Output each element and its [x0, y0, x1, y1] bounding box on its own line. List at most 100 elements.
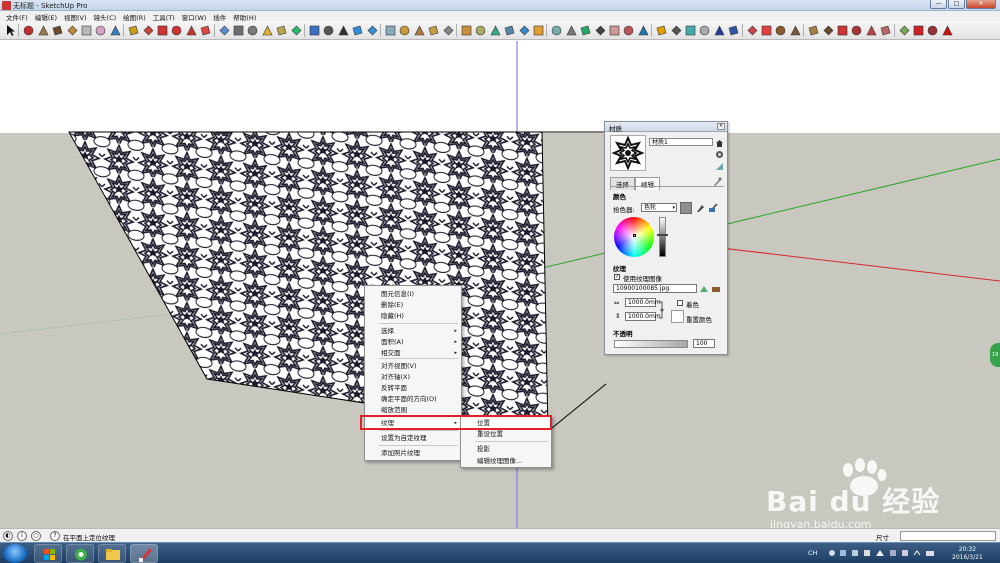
texture-submenu-item[interactable]: 投影	[461, 444, 551, 455]
arc-icon[interactable]	[66, 24, 79, 37]
menu-plugins[interactable]: 插件	[210, 11, 230, 22]
extension-icon[interactable]	[713, 24, 726, 37]
trim-icon[interactable]	[850, 24, 863, 37]
sample-paint-icon[interactable]	[715, 162, 724, 171]
share-model-icon[interactable]	[912, 24, 925, 37]
group-icon[interactable]	[760, 24, 773, 37]
back-view-icon[interactable]	[518, 24, 531, 37]
polygon-icon[interactable]	[80, 24, 93, 37]
fog-icon[interactable]	[655, 24, 668, 37]
walk-icon[interactable]	[413, 24, 426, 37]
depth-cue-icon[interactable]	[698, 24, 711, 37]
left-view-icon[interactable]	[532, 24, 545, 37]
monochrome-icon[interactable]	[622, 24, 635, 37]
zoom-extents-icon[interactable]	[366, 24, 379, 37]
edit-texture-icon[interactable]	[711, 284, 720, 293]
layer-icon[interactable]	[789, 24, 802, 37]
house-icon[interactable]	[715, 139, 724, 148]
warehouse-icon[interactable]	[898, 24, 911, 37]
create-material-icon[interactable]	[715, 150, 724, 159]
axes-icon[interactable]	[275, 24, 288, 37]
previous-view-icon[interactable]	[384, 24, 397, 37]
context-menu-item[interactable]: 图元信息(I)	[365, 289, 461, 300]
menu-window[interactable]: 窗口(W)	[179, 11, 211, 22]
zoom-window-icon[interactable]	[351, 24, 364, 37]
menu-tools[interactable]: 工具(T)	[150, 11, 179, 22]
extension-warehouse-icon[interactable]	[926, 24, 939, 37]
iso-view-icon[interactable]	[460, 24, 473, 37]
geo-location-icon[interactable]: ◐	[3, 531, 13, 541]
help-icon[interactable]: ?	[50, 531, 60, 541]
follow-me-icon[interactable]	[170, 24, 183, 37]
match-model-color-icon[interactable]	[695, 203, 704, 212]
intersect-icon[interactable]	[865, 24, 878, 37]
xray-icon[interactable]	[550, 24, 563, 37]
wireframe-icon[interactable]	[565, 24, 578, 37]
credits-icon[interactable]: i	[17, 531, 27, 541]
top-view-icon[interactable]	[474, 24, 487, 37]
taskbar-browser-icon[interactable]	[66, 544, 94, 563]
taskbar-folder-icon[interactable]	[98, 544, 126, 563]
subtract-icon[interactable]	[836, 24, 849, 37]
context-menu-item[interactable]: 设置为自定纹理	[365, 433, 461, 444]
help-question-icon[interactable]	[941, 24, 954, 37]
maximize-button[interactable]: □	[948, 0, 965, 9]
textured-icon[interactable]	[608, 24, 621, 37]
color-wheel-cursor[interactable]	[633, 234, 636, 237]
tab-edit[interactable]: 编辑	[635, 177, 660, 190]
component-icon[interactable]	[746, 24, 759, 37]
texture-file-field[interactable]: 10900100085.jpg	[613, 284, 697, 293]
texture-submenu-item[interactable]: 重设位置	[461, 429, 551, 440]
right-view-icon[interactable]	[503, 24, 516, 37]
context-menu-item[interactable]: 相交面 ▸	[365, 348, 461, 359]
context-menu-item[interactable]: 面积(A) ▸	[365, 337, 461, 348]
pencil-icon[interactable]	[22, 24, 35, 37]
rectangle-icon[interactable]	[37, 24, 50, 37]
rotate-icon[interactable]	[156, 24, 169, 37]
hidden-line-icon[interactable]	[579, 24, 592, 37]
taskbar-app-windows-icon[interactable]	[34, 544, 62, 563]
aspect-lock-icon[interactable]	[658, 300, 664, 320]
text-tool-icon[interactable]	[261, 24, 274, 37]
taskbar-sketchup-icon[interactable]	[130, 544, 158, 563]
menu-view[interactable]: 视图(V)	[61, 11, 91, 22]
context-menu-item[interactable]: 删除(E)	[365, 300, 461, 311]
tape-measure-icon[interactable]	[218, 24, 231, 37]
scale-icon[interactable]	[185, 24, 198, 37]
sandbox-icon[interactable]	[774, 24, 787, 37]
brightness-slider[interactable]	[659, 217, 666, 257]
side-badge[interactable]: 19	[990, 343, 1000, 367]
match-screen-color-icon[interactable]	[708, 203, 718, 212]
select-arrow-icon[interactable]	[4, 24, 17, 37]
dimension-icon[interactable]	[232, 24, 245, 37]
orbit-icon[interactable]	[308, 24, 321, 37]
material-name-field[interactable]: 材质1	[649, 138, 713, 146]
offset-icon[interactable]	[199, 24, 212, 37]
context-menu-item[interactable]: 选择 ▸	[365, 326, 461, 337]
start-button[interactable]	[3, 544, 27, 563]
color-wheel[interactable]	[614, 217, 654, 257]
menu-edit[interactable]: 编辑(E)	[32, 11, 61, 22]
solid-tools-icon[interactable]	[807, 24, 820, 37]
eraser-icon[interactable]	[94, 24, 107, 37]
panel-close-icon[interactable]: ×	[717, 123, 725, 130]
measurements-field[interactable]	[900, 531, 996, 541]
color-picker-select[interactable]: 色轮 ▾	[641, 203, 677, 212]
pan-icon[interactable]	[322, 24, 335, 37]
opacity-value-field[interactable]: 100	[693, 339, 715, 348]
minimize-button[interactable]: —	[930, 0, 947, 9]
menu-draw[interactable]: 绘图(R)	[120, 11, 150, 22]
opacity-slider[interactable]	[614, 340, 688, 348]
context-menu-item[interactable]: 反转平面	[365, 383, 461, 394]
texture-height-field[interactable]: 1000.0mm	[625, 312, 661, 321]
edge-style-icon[interactable]	[670, 24, 683, 37]
tray-icons[interactable]	[828, 548, 938, 560]
browse-texture-icon[interactable]	[699, 284, 708, 293]
context-menu-item[interactable]: 隐藏(H)	[365, 311, 461, 322]
push-pull-icon[interactable]	[127, 24, 140, 37]
3d-text-icon[interactable]	[290, 24, 303, 37]
position-camera-icon[interactable]	[398, 24, 411, 37]
tray-language[interactable]: CH	[808, 549, 817, 557]
zoom-icon[interactable]	[337, 24, 350, 37]
profile-icon[interactable]	[684, 24, 697, 37]
